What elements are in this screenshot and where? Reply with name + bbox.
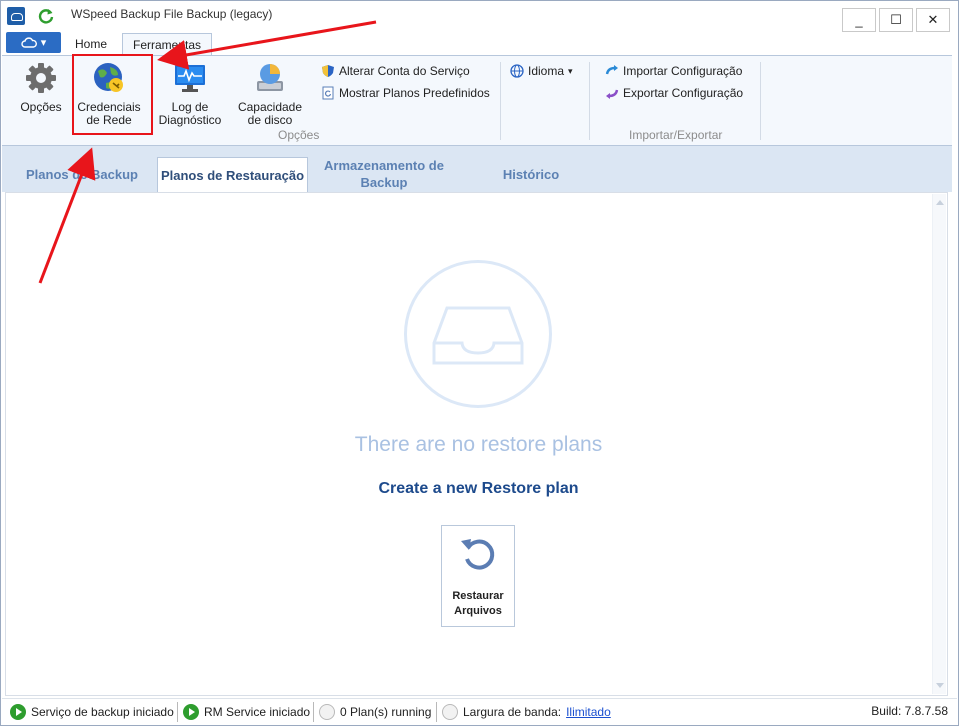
annotation-arrows [38,20,377,284]
app-window: WSpeed Backup File Backup (legacy) _ ☐ ✕… [0,0,959,726]
